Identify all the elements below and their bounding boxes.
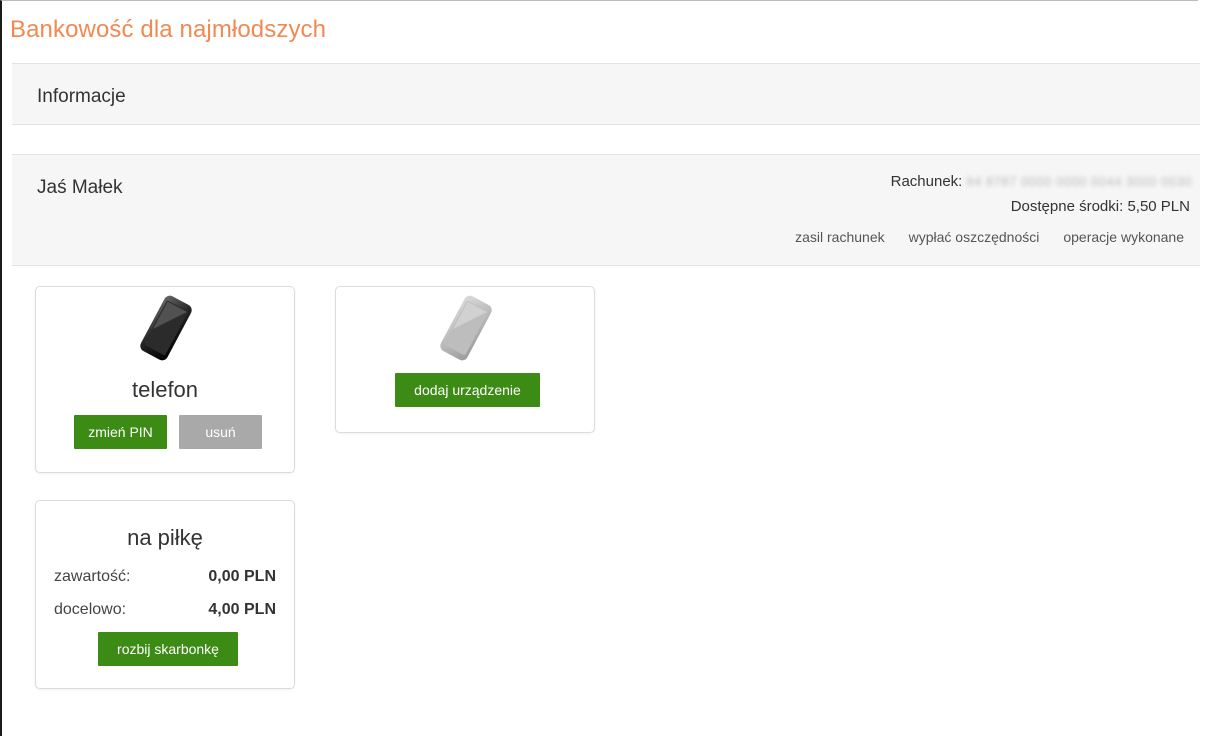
target-label: docelowo: — [54, 601, 127, 618]
smartphone-placeholder-icon — [440, 295, 492, 361]
break-piggy-bank-button[interactable]: rozbij skarbonkę — [98, 632, 238, 666]
page-title: Bankowość dla najmłodszych — [10, 16, 327, 43]
content-label: zawartość: — [54, 568, 131, 585]
account-row: Rachunek: 94 8787 0000 0000 0044 3000 00… — [891, 173, 1192, 190]
piggy-target-row: docelowo: 4,00 PLN — [54, 601, 276, 619]
piggy-content-row: zawartość: 0,00 PLN — [54, 568, 276, 586]
child-name: Jaś Małek — [37, 177, 123, 198]
content-value: 0,00 PLN — [208, 568, 276, 585]
account-number: 94 8787 0000 0000 0044 3000 0030 — [966, 174, 1192, 189]
smartphone-icon — [140, 295, 192, 361]
available-funds: Dostępne środki: 5,50 PLN — [1010, 198, 1190, 215]
account-label: Rachunek: — [890, 173, 963, 190]
withdraw-savings-link[interactable]: wypłać oszczędności — [909, 229, 1040, 245]
account-actions: zasil rachunek wypłać oszczędności opera… — [795, 229, 1184, 245]
child-account-panel: Jaś Małek Rachunek: 94 8787 0000 0000 00… — [12, 154, 1200, 266]
piggy-bank-title: na piłkę — [127, 525, 203, 550]
device-card-add: dodaj urządzenie — [335, 286, 595, 433]
info-label: Informacje — [37, 86, 126, 107]
device-card-phone: telefon zmień PIN usuń — [35, 286, 295, 473]
main-frame: Bankowość dla najmłodszych Informacje Ja… — [0, 0, 1200, 736]
fund-account-link[interactable]: zasil rachunek — [795, 229, 885, 245]
target-value: 4,00 PLN — [208, 601, 276, 618]
piggy-bank-card: na piłkę zawartość: 0,00 PLN docelowo: 4… — [35, 500, 295, 689]
change-pin-button[interactable]: zmień PIN — [74, 415, 167, 449]
device-name: telefon — [131, 377, 199, 402]
add-device-button[interactable]: dodaj urządzenie — [395, 373, 540, 407]
remove-device-button[interactable]: usuń — [179, 415, 262, 449]
info-section-header: Informacje — [12, 63, 1200, 125]
operations-history-link[interactable]: operacje wykonane — [1063, 229, 1184, 245]
